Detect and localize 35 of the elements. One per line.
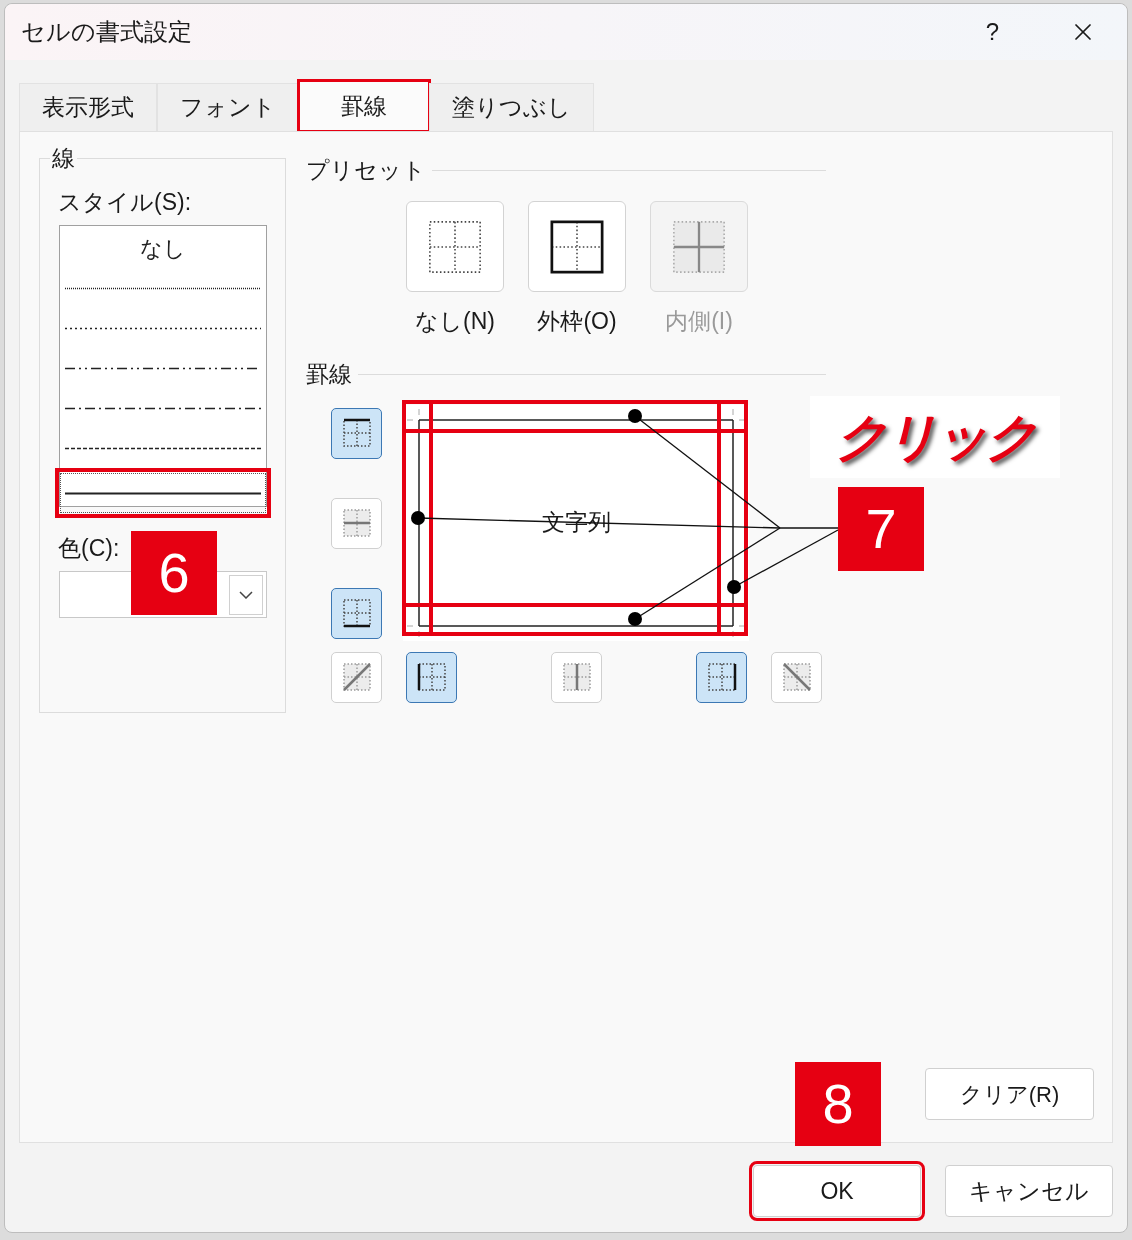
tab[interactable]: 表示形式 — [19, 83, 157, 131]
border-icon — [706, 662, 737, 692]
border-toggle-button[interactable] — [331, 587, 382, 639]
step-badge: 7 — [838, 487, 924, 571]
dropdown-arrow-button[interactable] — [229, 574, 263, 615]
border-toggle-button[interactable] — [331, 407, 382, 459]
border-toggle-button[interactable] — [406, 651, 457, 703]
tab[interactable]: フォント — [157, 83, 299, 131]
window-title: セルの書式設定 — [21, 17, 192, 47]
border-icon — [416, 662, 447, 692]
color-label: 色(C): — [58, 534, 120, 563]
border-icon — [781, 662, 812, 692]
border-icon — [341, 598, 372, 628]
border-icon — [561, 662, 592, 692]
chevron-icon — [239, 590, 253, 599]
section-title: プリセット — [306, 155, 426, 185]
line-style-option[interactable]: なし — [63, 228, 263, 268]
step-badge: 8 — [795, 1062, 881, 1146]
preset-label: なし(N) — [415, 307, 495, 336]
border-icon — [341, 662, 372, 692]
border-toggle-button[interactable] — [696, 651, 747, 703]
preset-label: 内側(I) — [665, 307, 733, 336]
style-label: スタイル(S): — [58, 188, 192, 217]
tab[interactable]: 罫線 — [299, 81, 429, 131]
border-icon — [341, 418, 372, 448]
clear-button[interactable]: クリア(R) — [925, 1068, 1094, 1120]
cancel-button[interactable]: キャンセル — [945, 1165, 1113, 1217]
help-button[interactable]: ? — [981, 14, 1003, 50]
tab[interactable]: 塗りつぶし — [429, 83, 594, 131]
preset-button[interactable] — [528, 201, 626, 292]
section-title: 罫線 — [306, 360, 352, 390]
preset-label: 外枠(O) — [537, 307, 617, 336]
border-icon — [341, 508, 372, 538]
click-callout: クリック — [810, 396, 1060, 478]
step-badge: 6 — [131, 531, 217, 615]
